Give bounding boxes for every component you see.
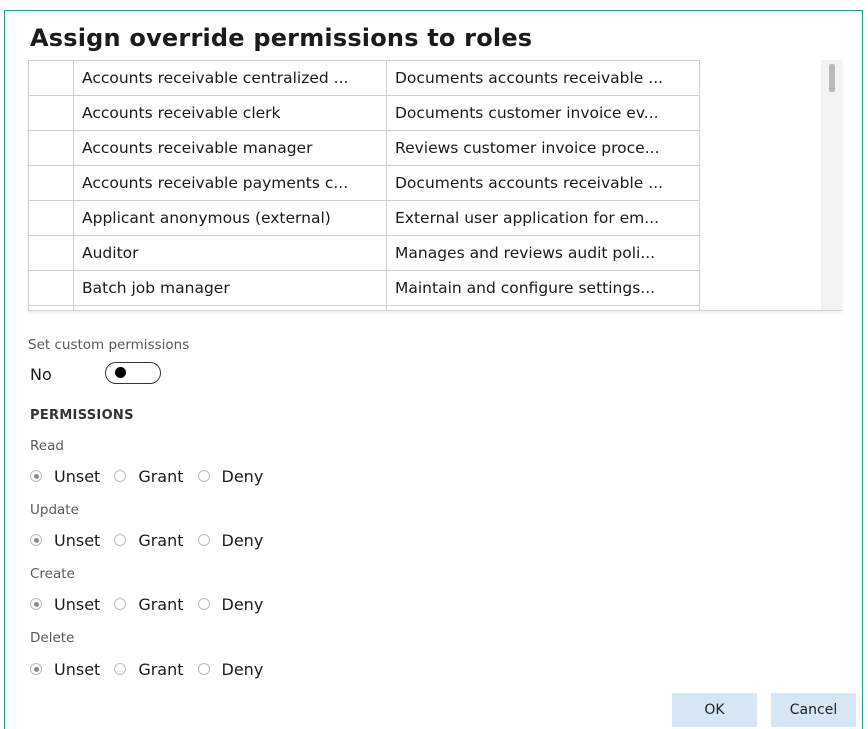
- scrollbar-thumb[interactable]: [829, 64, 835, 92]
- row-selector[interactable]: [28, 200, 74, 236]
- radio-selected-icon[interactable]: [30, 663, 42, 675]
- radio-icon[interactable]: [114, 470, 127, 482]
- radio-icon[interactable]: [114, 663, 127, 675]
- table-row[interactable]: Accounts receivable manager Reviews cust…: [28, 130, 700, 166]
- role-name-cell: Accounts receivable manager: [73, 130, 387, 166]
- role-description-cell: External user application for em...: [386, 200, 700, 236]
- delete-unset-option[interactable]: Unset: [30, 660, 100, 679]
- custom-permissions-toggle[interactable]: [105, 362, 161, 384]
- custom-permissions-value: No: [30, 365, 52, 384]
- role-name-cell: Auditor: [73, 235, 387, 271]
- custom-permissions-label: Set custom permissions: [28, 337, 190, 353]
- radio-selected-icon[interactable]: [30, 598, 42, 610]
- delete-grant-option[interactable]: Grant: [114, 660, 184, 679]
- table-row[interactable]: Applicant anonymous (external) External …: [28, 200, 700, 236]
- role-name-cell: Accounts receivable payments c...: [73, 165, 387, 201]
- row-selector[interactable]: [28, 305, 74, 310]
- radio-icon[interactable]: [197, 470, 210, 482]
- create-radio-group: Unset Grant Deny: [30, 593, 277, 615]
- radio-icon[interactable]: [197, 534, 210, 546]
- delete-deny-option[interactable]: Deny: [197, 660, 263, 679]
- permissions-section-title: PERMISSIONS: [30, 408, 134, 423]
- create-unset-option[interactable]: Unset: [30, 595, 100, 614]
- ok-button[interactable]: OK: [672, 693, 757, 727]
- row-selector[interactable]: [28, 165, 74, 201]
- update-unset-option[interactable]: Unset: [30, 531, 100, 550]
- row-selector[interactable]: [28, 235, 74, 271]
- radio-selected-icon[interactable]: [30, 470, 42, 482]
- radio-icon[interactable]: [114, 598, 127, 610]
- vertical-scrollbar[interactable]: [821, 60, 842, 310]
- role-name-cell: Accounts receivable clerk: [73, 95, 387, 131]
- update-deny-option[interactable]: Deny: [197, 531, 263, 550]
- update-label: Update: [30, 502, 79, 518]
- read-label: Read: [30, 438, 64, 454]
- read-grant-option[interactable]: Grant: [114, 467, 184, 486]
- role-name-cell: [73, 305, 387, 310]
- read-deny-option[interactable]: Deny: [197, 467, 263, 486]
- table-row[interactable]: Accounts receivable clerk Documents cust…: [28, 95, 700, 131]
- role-description-cell: Maintain and configure settings...: [386, 270, 700, 306]
- role-description-cell: Documents accounts receivable ...: [386, 60, 700, 96]
- role-description-cell: [386, 305, 700, 310]
- row-selector[interactable]: [28, 270, 74, 306]
- table-row[interactable]: Accounts receivable payments c... Docume…: [28, 165, 700, 201]
- create-grant-option[interactable]: Grant: [114, 595, 184, 614]
- delete-radio-group: Unset Grant Deny: [30, 658, 277, 680]
- roles-table: Accounts receivable centralized ... Docu…: [28, 60, 700, 310]
- role-description-cell: Manages and reviews audit poli...: [386, 235, 700, 271]
- cancel-button[interactable]: Cancel: [771, 693, 856, 727]
- row-selector[interactable]: [28, 130, 74, 166]
- role-name-cell: Accounts receivable centralized ...: [73, 60, 387, 96]
- role-name-cell: Batch job manager: [73, 270, 387, 306]
- radio-selected-icon[interactable]: [30, 534, 42, 546]
- radio-icon[interactable]: [114, 534, 127, 546]
- delete-label: Delete: [30, 630, 75, 646]
- row-selector[interactable]: [28, 95, 74, 131]
- table-row[interactable]: [28, 305, 700, 310]
- toggle-knob: [115, 367, 126, 378]
- role-name-cell: Applicant anonymous (external): [73, 200, 387, 236]
- table-row[interactable]: Auditor Manages and reviews audit poli..…: [28, 235, 700, 271]
- row-selector[interactable]: [28, 60, 74, 96]
- radio-icon[interactable]: [197, 598, 210, 610]
- radio-icon[interactable]: [197, 663, 210, 675]
- read-radio-group: Unset Grant Deny: [30, 465, 277, 487]
- dialog-title: Assign override permissions to roles: [30, 24, 533, 52]
- table-row[interactable]: Accounts receivable centralized ... Docu…: [28, 60, 700, 96]
- role-description-cell: Documents customer invoice ev...: [386, 95, 700, 131]
- create-deny-option[interactable]: Deny: [197, 595, 263, 614]
- update-grant-option[interactable]: Grant: [114, 531, 184, 550]
- update-radio-group: Unset Grant Deny: [30, 529, 277, 551]
- role-description-cell: Documents accounts receivable ...: [386, 165, 700, 201]
- read-unset-option[interactable]: Unset: [30, 467, 100, 486]
- create-label: Create: [30, 566, 75, 582]
- roles-grid: Accounts receivable centralized ... Docu…: [28, 60, 842, 311]
- table-row[interactable]: Batch job manager Maintain and configure…: [28, 270, 700, 306]
- role-description-cell: Reviews customer invoice proce...: [386, 130, 700, 166]
